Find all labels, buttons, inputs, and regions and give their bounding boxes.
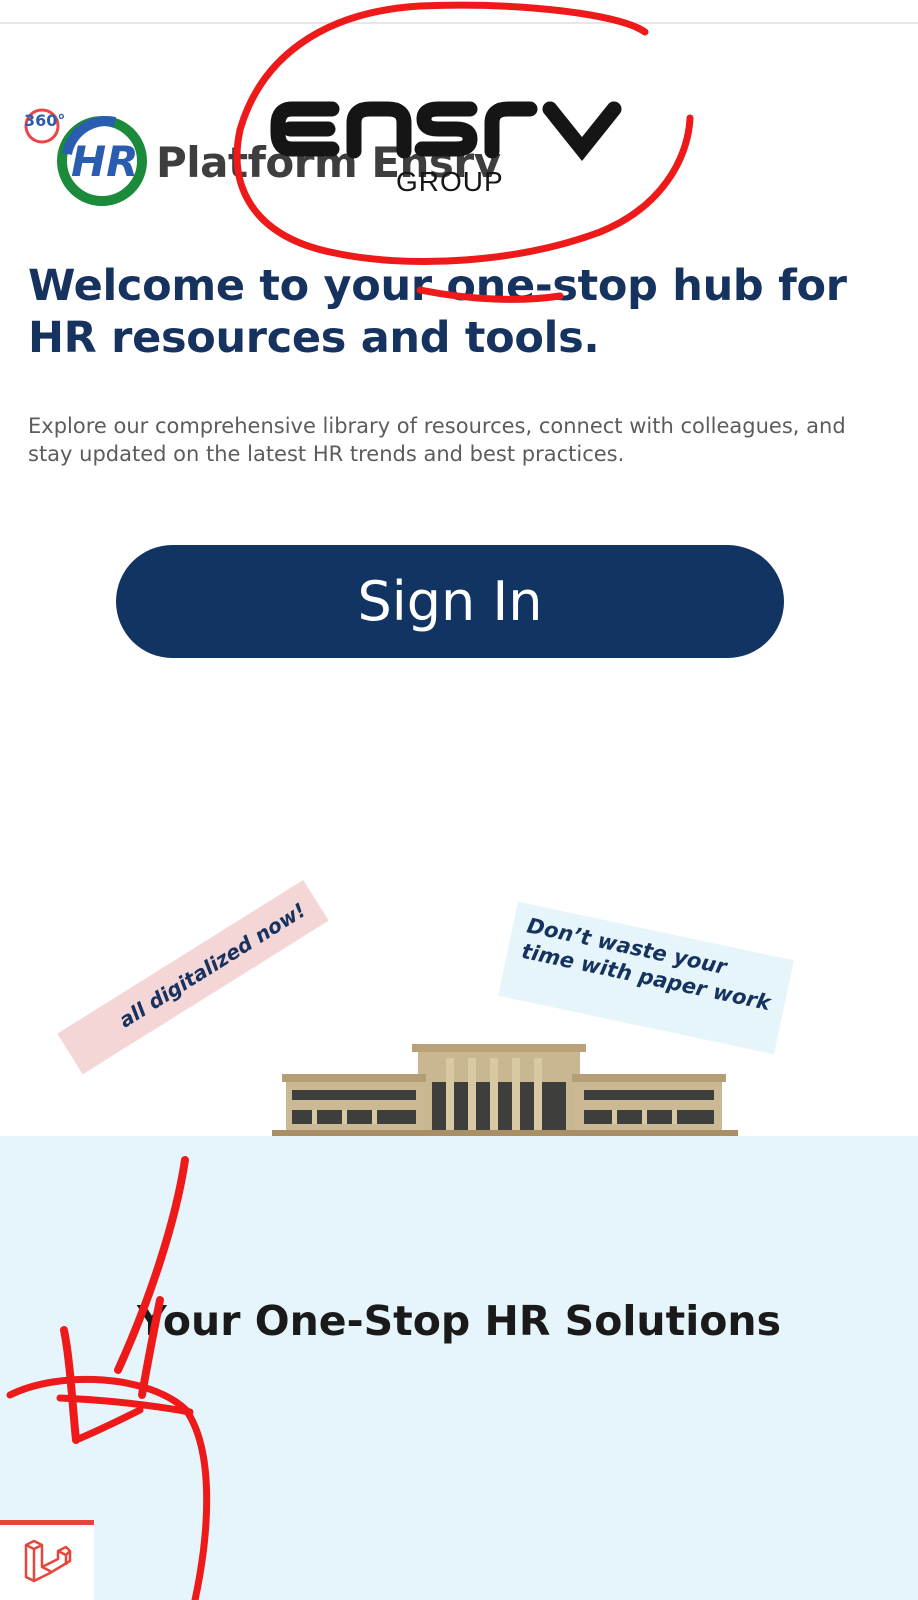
logo-hr-text: HR xyxy=(71,137,139,186)
ensrv-group-label: GROUP xyxy=(396,166,504,197)
solutions-title: Your One-Stop HR Solutions xyxy=(136,1297,782,1345)
paperwork-banner: Don’t waste your time with paper work xyxy=(498,901,794,1055)
page-headline: Welcome to your one-stop hub for HR reso… xyxy=(28,261,847,363)
laravel-debug-widget[interactable] xyxy=(0,1520,94,1600)
logo-hr-icon: HR xyxy=(57,116,147,206)
solutions-section: Your One-Stop HR Solutions xyxy=(0,1136,918,1600)
office-building-image xyxy=(272,1044,738,1137)
laravel-logo-icon xyxy=(24,1539,72,1583)
top-divider xyxy=(0,22,918,24)
page-description: Explore our comprehensive library of res… xyxy=(28,414,846,466)
sign-in-button[interactable]: Sign In xyxy=(116,545,784,658)
